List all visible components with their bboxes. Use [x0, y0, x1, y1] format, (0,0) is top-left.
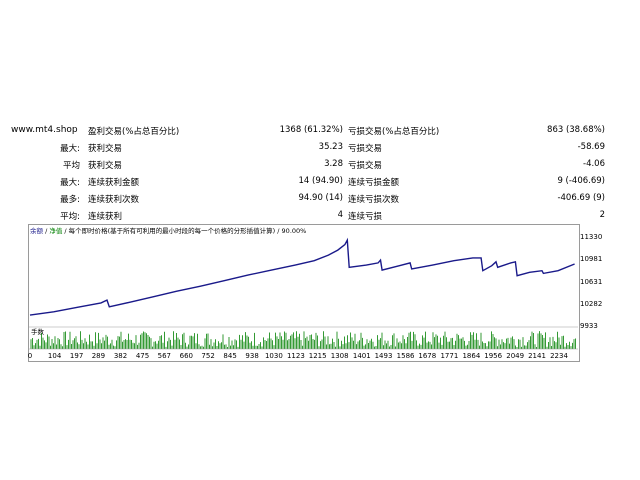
y-tick-label: 11330 — [580, 233, 603, 241]
x-tick-label: 104 — [47, 352, 62, 360]
x-tick-label: 1864 — [462, 352, 481, 360]
x-tick-label: 1030 — [264, 352, 283, 360]
y-tick-label: 10981 — [580, 255, 603, 263]
y-tick-label: 10631 — [580, 278, 603, 286]
x-tick-label: 197 — [69, 352, 84, 360]
x-tick-label: 1401 — [352, 352, 371, 360]
x-tick-label: 1215 — [308, 352, 327, 360]
x-tick-label: 660 — [179, 352, 193, 360]
x-tick-label: 1586 — [396, 352, 415, 360]
x-tick-label: 1771 — [440, 352, 459, 360]
x-tick-label: 1123 — [286, 352, 305, 360]
x-tick-label: 475 — [135, 352, 150, 360]
chart-svg: 手数 — [29, 237, 578, 350]
x-tick-label: 1956 — [484, 352, 503, 360]
y-tick-label: 10282 — [580, 300, 603, 308]
x-tick-label: 1308 — [330, 352, 349, 360]
x-tick-label: 752 — [201, 352, 215, 360]
x-tick-label: 289 — [91, 352, 106, 360]
x-tick-label: 1678 — [418, 352, 437, 360]
y-tick-label: 9933 — [580, 322, 598, 330]
x-tick-label: 2141 — [528, 352, 546, 360]
x-tick-label: 382 — [113, 352, 128, 360]
x-tick-label: 845 — [223, 352, 237, 360]
x-tick-label: 1493 — [374, 352, 393, 360]
x-tick-label: 567 — [157, 352, 171, 360]
balance-series-line — [29, 237, 575, 316]
x-tick-label: 2049 — [506, 352, 525, 360]
x-tick-label: 0 — [27, 352, 33, 360]
x-tick-label: 2234 — [550, 352, 568, 360]
volume-label: 手数 — [31, 327, 45, 336]
x-tick-label: 938 — [245, 352, 259, 360]
